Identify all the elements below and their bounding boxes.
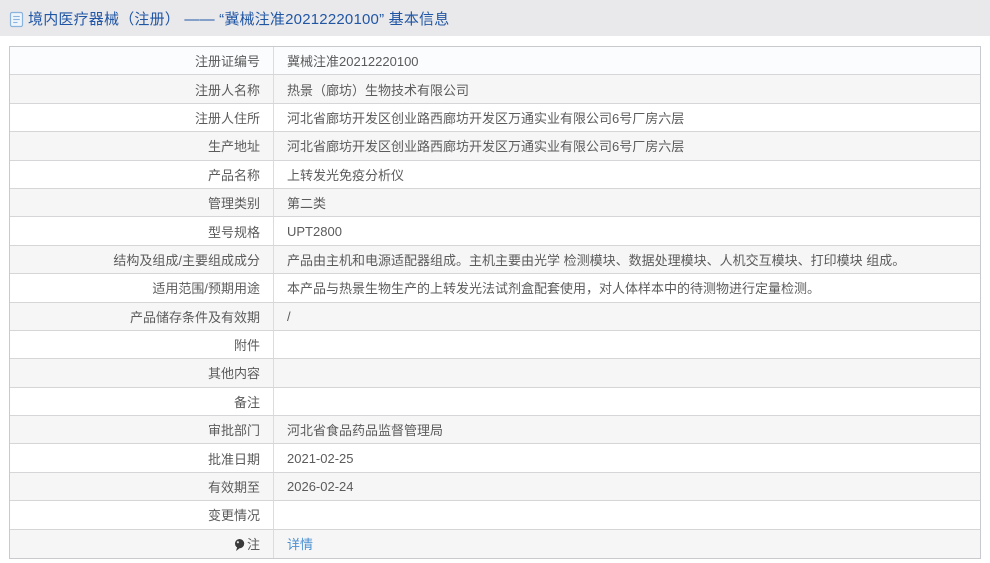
row-value: / [273, 302, 980, 330]
row-value [273, 387, 980, 416]
row-label: 变更情况 [207, 508, 260, 524]
row-value: 上转发光免疫分析仪 [273, 160, 980, 188]
row-value: 2026-02-24 [273, 472, 980, 501]
table-row-approval-department: 审批部门 河北省食品药品监督管理局 [10, 416, 980, 445]
document-icon [9, 11, 24, 28]
row-label: 型号规格 [207, 224, 260, 240]
table-row-registration-number: 注册证编号 冀械注准20212220100 [10, 47, 980, 76]
row-label: 注册证编号 [194, 54, 260, 70]
row-value: UPT2800 [273, 217, 980, 245]
header-bar: 境内医疗器械（注册） —— “冀械注准20212220100” 基本信息 [0, 0, 990, 36]
row-label: 适用范围/预期用途 [152, 281, 260, 297]
row-label: 备注 [233, 394, 260, 410]
row-label: 有效期至 [207, 480, 260, 496]
table-row-registrant-address: 注册人住所 河北省廊坊开发区创业路西廊坊开发区万通实业有限公司6号厂房六层 [10, 103, 980, 133]
row-label: 批准日期 [207, 451, 260, 467]
row-value: 2021-02-25 [273, 444, 980, 472]
note-balloon-icon [234, 538, 245, 552]
table-row-registrant-name: 注册人名称 热景（廊坊）生物技术有限公司 [10, 75, 980, 104]
row-label: 结构及组成/主要组成成分 [113, 252, 260, 268]
table-row-approval-date: 批准日期 2021-02-25 [10, 444, 980, 473]
table-row-other-content: 其他内容 [10, 359, 980, 388]
row-value: 热景（廊坊）生物技术有限公司 [273, 75, 980, 103]
registration-info-table: 注册证编号 冀械注准20212220100 注册人名称 热景（廊坊）生物技术有限… [9, 46, 981, 560]
table-row-production-address: 生产地址 河北省廊坊开发区创业路西廊坊开发区万通实业有限公司6号厂房六层 [10, 132, 980, 161]
row-value: 河北省食品药品监督管理局 [273, 416, 980, 444]
table-row-note: 注 详情 [10, 529, 980, 559]
row-label: 管理类别 [207, 196, 260, 212]
table-row-change-status: 变更情况 [10, 501, 980, 530]
row-label: 产品名称 [207, 167, 260, 183]
table-row-management-category: 管理类别 第二类 [10, 188, 980, 218]
table-row-attachments: 附件 [10, 330, 980, 360]
note-details-link[interactable]: 详情 [287, 534, 313, 553]
table-row-remarks: 备注 [10, 387, 980, 417]
table-row-intended-use: 适用范围/预期用途 本产品与热景生物生产的上转发光法试剂盒配套使用，对人体样本中… [10, 274, 980, 303]
row-label: 注 [10, 530, 273, 558]
row-value [273, 501, 980, 529]
row-value: 第二类 [273, 188, 980, 217]
row-value: 河北省廊坊开发区创业路西廊坊开发区万通实业有限公司6号厂房六层 [273, 103, 980, 132]
row-label-text: 注 [246, 537, 260, 553]
row-value: 冀械注准20212220100 [273, 47, 980, 75]
page: 境内医疗器械（注册） —— “冀械注准20212220100” 基本信息 注册证… [0, 0, 990, 563]
table-row-valid-until: 有效期至 2026-02-24 [10, 472, 980, 502]
row-label: 其他内容 [207, 366, 260, 382]
row-value: 详情 [273, 529, 980, 559]
row-label: 审批部门 [207, 423, 260, 439]
table-row-structure-composition: 结构及组成/主要组成成分 产品由主机和电源适配器组成。主机主要由光学 检测模块、… [10, 245, 980, 275]
row-label: 附件 [233, 338, 260, 354]
row-value [273, 330, 980, 359]
row-label: 产品储存条件及有效期 [129, 309, 260, 325]
row-label: 注册人名称 [194, 82, 260, 98]
table-row-product-name: 产品名称 上转发光免疫分析仪 [10, 160, 980, 189]
row-value: 河北省廊坊开发区创业路西廊坊开发区万通实业有限公司6号厂房六层 [273, 132, 980, 160]
table-row-model-spec: 型号规格 UPT2800 [10, 217, 980, 246]
row-value [273, 359, 980, 387]
row-label: 注册人住所 [194, 110, 260, 126]
table-row-storage-conditions: 产品储存条件及有效期 / [10, 302, 980, 331]
row-label: 生产地址 [207, 139, 260, 155]
row-value: 产品由主机和电源适配器组成。主机主要由光学 检测模块、数据处理模块、人机交互模块… [273, 245, 980, 274]
row-value: 本产品与热景生物生产的上转发光法试剂盒配套使用，对人体样本中的待测物进行定量检测… [273, 274, 980, 302]
page-title: 境内医疗器械（注册） —— “冀械注准20212220100” 基本信息 [28, 10, 450, 28]
